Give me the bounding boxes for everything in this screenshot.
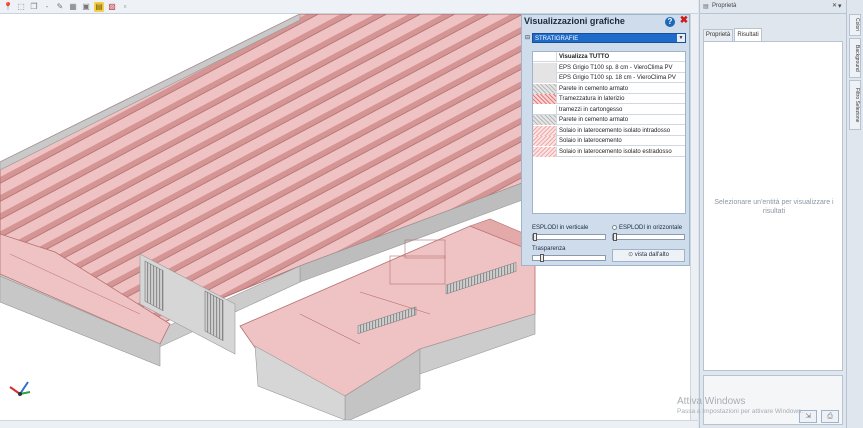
dash-icon[interactable]: - bbox=[42, 2, 52, 12]
properties-icon: ▤ bbox=[703, 4, 709, 10]
slider-thumb[interactable] bbox=[540, 254, 544, 262]
camera-icon[interactable]: ▣ bbox=[81, 2, 91, 12]
layer-row[interactable]: Parete in cemento armato bbox=[533, 83, 685, 94]
top-view-button[interactable]: ⊙ vista dall'alto bbox=[612, 249, 685, 262]
layer-label: Solaio in laterocemento isolato intrados… bbox=[559, 127, 671, 134]
explode-horizontal-label: ESPLODI in orizzontale bbox=[619, 225, 683, 231]
axis-gizmo-icon[interactable] bbox=[9, 381, 31, 396]
measure-icon[interactable]: ✎ bbox=[55, 2, 65, 12]
layer-swatch bbox=[533, 94, 557, 104]
image-icon[interactable]: ▨ bbox=[107, 2, 117, 12]
layer-list: Visualizza TUTTO EPS Grigio T100 sp. 8 c… bbox=[532, 51, 686, 214]
layer-label: Solaio in laterocemento bbox=[559, 138, 622, 144]
layer-swatch bbox=[533, 62, 557, 73]
explode-vertical-slider[interactable] bbox=[532, 233, 606, 241]
print-icon[interactable]: ⎙ bbox=[821, 410, 839, 423]
slider-thumb[interactable] bbox=[613, 233, 617, 241]
collapse-icon[interactable]: ⊟ bbox=[525, 34, 530, 41]
slider-thumb[interactable] bbox=[533, 233, 537, 241]
layer-swatch bbox=[533, 73, 557, 83]
panel-title: Visualizzazioni grafiche bbox=[524, 16, 625, 26]
activation-watermark-title: Attiva Windows bbox=[677, 396, 746, 407]
explode-horizontal-radio[interactable] bbox=[612, 225, 617, 230]
graphics-view-panel: Visualizzazioni grafiche ? ✖ ⊟ STRATIGRA… bbox=[521, 14, 690, 266]
layer-row[interactable]: EPS Grigio T100 sp. 8 cm - VieroClima PV bbox=[533, 62, 685, 73]
layer-swatch bbox=[533, 115, 557, 125]
layer-label: EPS Grigio T100 sp. 8 cm - VieroClima PV bbox=[559, 64, 673, 71]
transparency-label: Trasparenza bbox=[532, 246, 566, 252]
layer-swatch bbox=[533, 83, 557, 94]
view-mode-dropdown[interactable]: STRATIGRAFIE bbox=[532, 33, 686, 43]
highlight-icon[interactable]: ▤ bbox=[94, 1, 104, 12]
empty-selection-message: Selezionare un'entità per visualizzare i… bbox=[714, 199, 834, 215]
select-icon[interactable]: ⬚ bbox=[16, 2, 26, 12]
chevron-down-icon[interactable]: ▼ bbox=[677, 34, 685, 42]
tab-properties[interactable]: Proprietà bbox=[703, 29, 733, 41]
explode-vertical-label: ESPLODI in verticale bbox=[532, 225, 589, 231]
list-header-row[interactable]: Visualizza TUTTO bbox=[533, 52, 685, 62]
side-tab-selection-filter[interactable]: Filtro Selezione bbox=[849, 80, 861, 130]
layer-swatch bbox=[533, 104, 557, 115]
viewport-toolbar: 📍 ⬚ ❐ - ✎ ▦ ▣ ▤ ▨ ▫ bbox=[0, 0, 698, 14]
properties-title: Proprietà bbox=[712, 3, 737, 9]
layer-label: Parete in cemento armato bbox=[559, 85, 629, 92]
pin-icon[interactable]: 📍 bbox=[3, 2, 13, 12]
viewport-vertical-scrollbar[interactable] bbox=[690, 14, 698, 420]
layer-label: Tramezzatura in laterizio bbox=[559, 96, 625, 102]
layer-label: Solaio in laterocemento isolato estrados… bbox=[559, 148, 672, 155]
grid-icon[interactable]: ▦ bbox=[68, 2, 78, 12]
viewport-horizontal-scrollbar[interactable] bbox=[0, 420, 698, 428]
activation-watermark-text: Passa a Impostazioni per attivare Window… bbox=[677, 408, 804, 415]
side-tab-background[interactable]: Background bbox=[849, 38, 861, 78]
layer-swatch bbox=[533, 125, 557, 136]
layer-row[interactable]: Parete in cemento armato bbox=[533, 115, 685, 125]
results-pane: Selezionare un'entità per visualizzare i… bbox=[703, 41, 843, 371]
top-view-label: vista dall'alto bbox=[634, 252, 669, 258]
layer-row[interactable]: Solaio in laterocemento isolato estrados… bbox=[533, 146, 685, 157]
transparency-slider[interactable] bbox=[532, 254, 606, 262]
layer-row[interactable]: EPS Grigio T100 sp. 18 cm - VieroClima P… bbox=[533, 73, 685, 83]
side-tab-strip: Colori Background Filtro Selezione bbox=[846, 0, 863, 428]
close-panel-icon[interactable]: ✕ bbox=[832, 2, 837, 9]
new-icon[interactable]: ▫ bbox=[120, 2, 130, 12]
layer-row[interactable]: Solaio in laterocemento isolato intrados… bbox=[533, 125, 685, 136]
layer-swatch bbox=[533, 136, 557, 146]
top-view-icon: ⊙ bbox=[628, 252, 635, 258]
layer-label: EPS Grigio T100 sp. 18 cm - VieroClima P… bbox=[559, 75, 676, 81]
show-all-label: Visualizza TUTTO bbox=[559, 54, 610, 60]
copy-icon[interactable]: ❐ bbox=[29, 2, 39, 12]
layer-swatch bbox=[533, 146, 557, 157]
side-tab-colors[interactable]: Colori bbox=[849, 14, 861, 36]
layer-label: Parete in cemento armato bbox=[559, 117, 629, 123]
help-icon[interactable]: ? bbox=[665, 17, 675, 27]
layer-row[interactable]: tramezzi in cartongesso bbox=[533, 104, 685, 115]
explode-horizontal-slider[interactable] bbox=[612, 233, 685, 241]
layer-label: tramezzi in cartongesso bbox=[559, 106, 623, 113]
layer-row[interactable]: Tramezzatura in laterizio bbox=[533, 94, 685, 104]
pin-menu-icon[interactable]: ▾ bbox=[838, 3, 842, 10]
divider bbox=[700, 13, 846, 14]
close-icon[interactable]: ✖ bbox=[679, 16, 689, 26]
tab-results[interactable]: Risultati bbox=[734, 28, 762, 41]
layer-row[interactable]: Solaio in laterocemento bbox=[533, 136, 685, 146]
properties-panel: ▤ Proprietà ▾ ✕ Proprietà Risultati Sele… bbox=[699, 0, 846, 428]
